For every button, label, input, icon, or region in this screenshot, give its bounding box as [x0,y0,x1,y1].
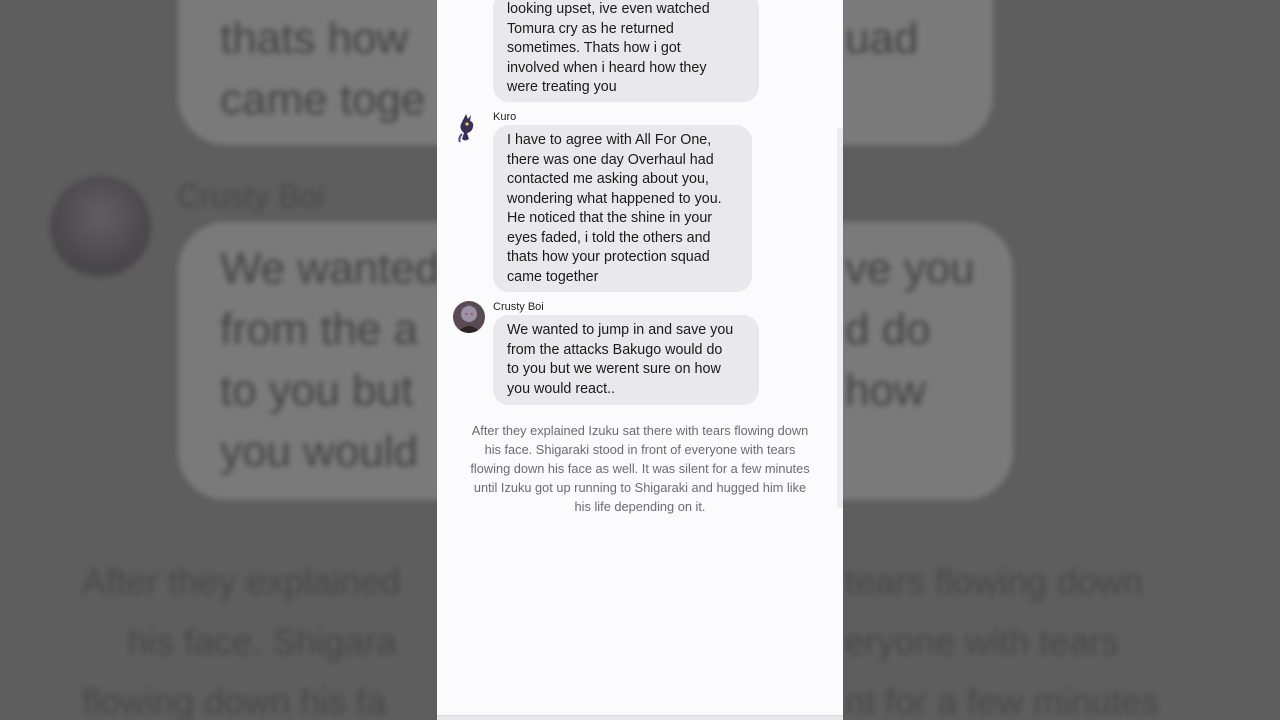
scrollbar-track[interactable] [837,128,843,508]
message-bubble: I have to agree with All For One, there … [493,125,752,292]
chat-screen[interactable]: looking upset, ive even watched Tomura c… [437,0,843,720]
bottom-bar [437,715,843,720]
message-bubble: looking upset, ive even watched Tomura c… [493,0,759,102]
narration-text: After they explained Izuku sat there wit… [459,421,821,516]
message-line: came together [507,268,599,285]
kuro-avatar-icon[interactable] [453,112,485,144]
crusty-boi-avatar-icon[interactable] [453,301,485,333]
message-bubble: We wanted to jump in and save you from t… [493,315,759,405]
narration-line: until Izuku got up running to Shigaraki … [473,480,807,496]
narration-line: his life depending on it. [574,499,706,515]
message-line: to you but we werent sure on how [507,361,721,377]
message-line: He noticed that the shine in your [507,210,713,226]
message-line: contacted me asking about you, [507,171,709,187]
message-line: involved when i heard how they [507,59,707,76]
narration-line: After they explained Izuku sat there wit… [471,423,809,438]
message-line: there was one day Overhaul had [507,151,714,168]
sender-name: Crusty Boi [493,301,544,313]
sender-name: Kuro [493,111,517,123]
message-line: were treating you [507,79,617,95]
message-line: wondering what happened to you. [507,190,722,207]
message-line: thats how your protection squad [507,249,710,265]
message-line: Tomura cry as he returned [507,20,674,37]
message-line: looking upset, ive even watched [507,1,710,17]
message-line: from the attacks Bakugo would do [507,341,723,358]
message-line: We wanted to jump in and save you [507,322,734,338]
message-line: sometimes. Thats how i got [507,40,681,56]
narration-line: his face. Shigaraki stood in front of ev… [484,442,796,458]
narration-line: flowing down his face as well. It was si… [470,461,810,477]
message-line: I have to agree with All For One, [507,132,712,148]
message-line: you would react.. [507,380,616,397]
message-line: eyes faded, i told the others and [507,229,711,246]
